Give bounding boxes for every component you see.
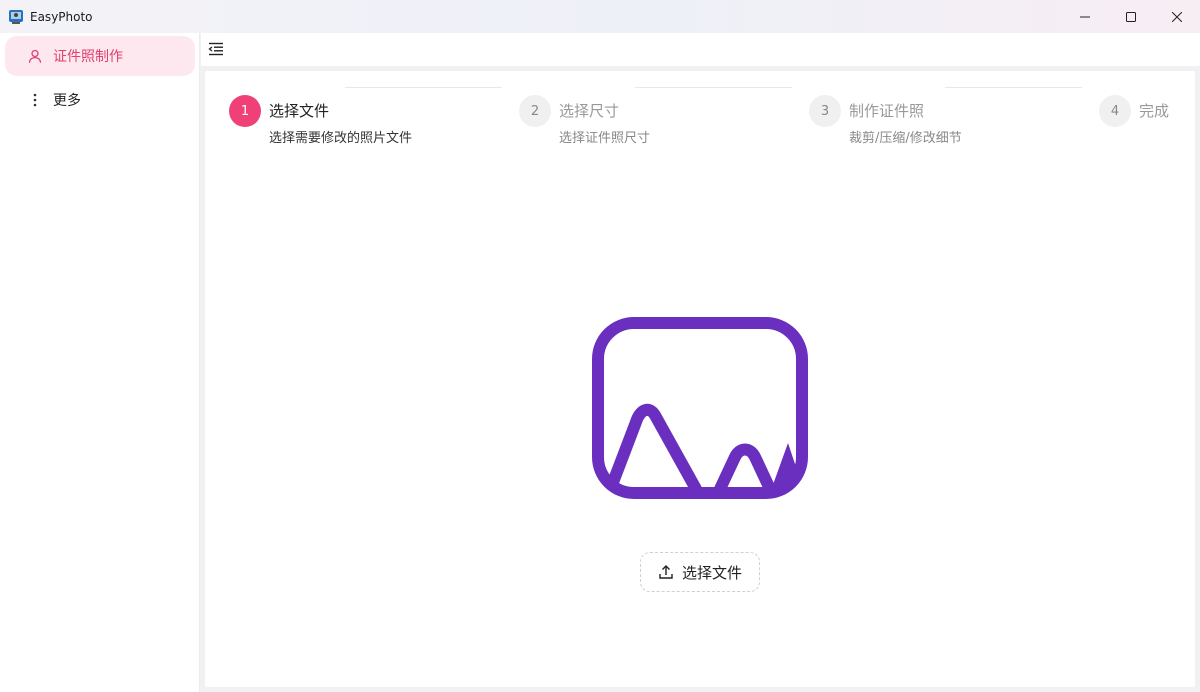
step-4: 4 完成 bbox=[1099, 95, 1189, 135]
more-vertical-icon bbox=[27, 92, 43, 108]
upload-icon bbox=[658, 564, 674, 580]
image-placeholder-icon bbox=[592, 317, 808, 499]
select-file-label: 选择文件 bbox=[681, 563, 742, 582]
step-number: 2 bbox=[519, 95, 551, 127]
user-icon bbox=[27, 48, 43, 64]
step-number: 3 bbox=[809, 95, 841, 127]
top-toolbar bbox=[201, 33, 1200, 66]
close-button[interactable] bbox=[1154, 0, 1200, 33]
step-number: 1 bbox=[229, 95, 261, 127]
step-3: 3 制作证件照 裁剪/压缩/修改细节 bbox=[809, 95, 1089, 146]
app-title: EasyPhoto bbox=[30, 9, 93, 24]
close-icon bbox=[1172, 11, 1182, 22]
select-file-button[interactable]: 选择文件 bbox=[640, 552, 760, 592]
step-title: 完成 bbox=[1139, 102, 1170, 120]
maximize-button[interactable] bbox=[1108, 0, 1154, 33]
step-description: 裁剪/压缩/修改细节 bbox=[849, 131, 962, 146]
step-title: 选择文件 bbox=[269, 102, 330, 120]
step-description: 选择需要修改的照片文件 bbox=[269, 131, 413, 146]
step-description: 选择证件照尺寸 bbox=[559, 131, 651, 146]
sidebar-item-label: 更多 bbox=[53, 93, 81, 109]
step-number: 4 bbox=[1099, 95, 1131, 127]
minimize-button[interactable] bbox=[1062, 0, 1108, 33]
sidebar-item-label: 证件照制作 bbox=[53, 49, 123, 65]
menu-fold-icon[interactable] bbox=[208, 41, 224, 57]
sidebar-item-id-photo[interactable]: 证件照制作 bbox=[5, 36, 195, 76]
step-1: 1 选择文件 选择需要修改的照片文件 bbox=[229, 95, 509, 146]
maximize-icon bbox=[1126, 11, 1136, 22]
step-connector bbox=[345, 87, 502, 88]
step-connector bbox=[635, 87, 792, 88]
main-panel: 1 选择文件 选择需要修改的照片文件 2 选择尺寸 选择证件照尺寸 3 制作证件… bbox=[205, 71, 1195, 687]
window-controls bbox=[1062, 0, 1200, 33]
title-bar[interactable]: EasyPhoto bbox=[0, 0, 1200, 33]
sidebar-item-more[interactable]: 更多 bbox=[5, 80, 195, 120]
app-photo-icon bbox=[8, 9, 24, 25]
step-title: 制作证件照 bbox=[849, 102, 925, 120]
step-connector bbox=[945, 87, 1082, 88]
minimize-icon bbox=[1080, 12, 1090, 22]
step-title: 选择尺寸 bbox=[559, 102, 620, 120]
sidebar: 证件照制作 更多 bbox=[0, 33, 200, 692]
step-2: 2 选择尺寸 选择证件照尺寸 bbox=[519, 95, 799, 146]
